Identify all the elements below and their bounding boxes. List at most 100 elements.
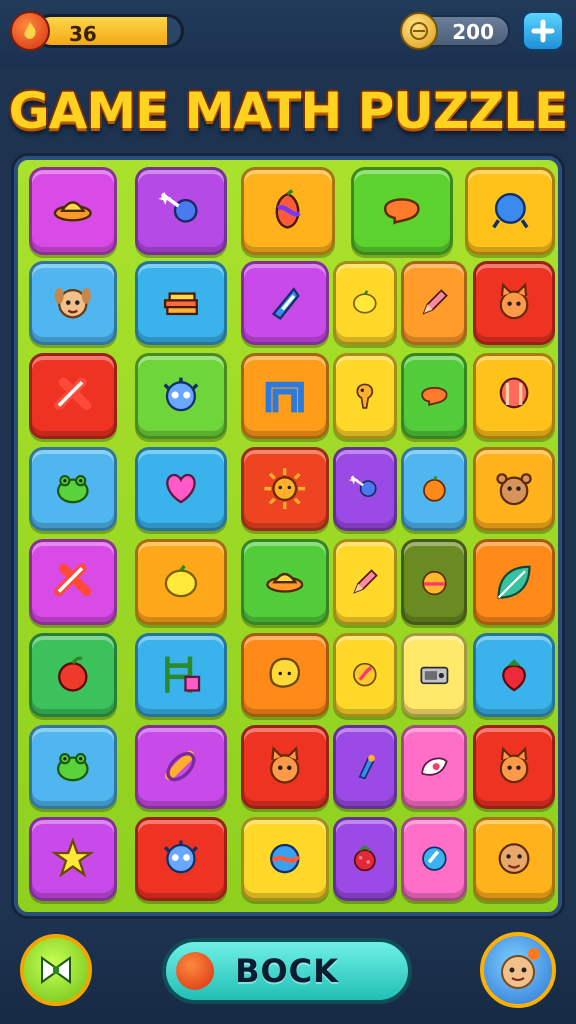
energy-bar: 36 [34,14,184,48]
puzzle-tile[interactable] [401,633,467,717]
ladder-icon [165,656,201,694]
sun-icon [264,468,306,510]
puzzle-tile[interactable] [473,725,555,809]
puzzle-tile[interactable] [135,353,227,439]
lemon-icon [353,290,377,314]
puzzle-tile[interactable] [401,539,467,625]
puzzle-tile[interactable] [401,817,467,901]
puzzle-tile[interactable] [135,725,227,809]
puzzle-tile[interactable] [135,817,227,901]
bow-icon [41,956,71,984]
lemon-icon [164,564,198,598]
puzzle-tile[interactable] [465,167,555,255]
puzzle-tile[interactable] [473,353,555,439]
game-title: GAME MATH PUZZLE [8,82,569,140]
flame-icon [10,11,50,51]
puzzle-tile[interactable] [473,261,555,345]
plus-icon [531,19,555,43]
puzzle-tile[interactable] [29,539,117,625]
puzzle-tile[interactable] [29,447,117,531]
coin-icon [353,663,377,687]
puzzle-tile[interactable] [241,725,329,809]
puzzle-tile[interactable] [241,633,329,717]
coin-value: 200 [452,20,494,44]
puzzle-tile[interactable] [473,539,555,625]
pencil-icon [421,289,448,315]
shell-icon [420,757,448,777]
radio-icon [420,667,448,685]
puzzle-tile[interactable] [401,447,467,531]
books-icon [164,292,198,316]
back-button[interactable]: BOCK [162,938,412,1004]
puzzle-tile[interactable] [241,817,329,901]
puzzle-tile[interactable] [29,817,117,901]
ufo-icon [53,201,93,222]
puzzle-tile[interactable] [135,261,227,345]
puzzle-tile[interactable] [29,353,117,439]
puzzle-tile[interactable] [241,353,329,439]
bear-icon [496,473,532,506]
comet-icon [158,191,198,223]
puzzle-tile[interactable] [135,633,227,717]
bubble-icon [384,198,420,225]
comet-icon [349,475,377,498]
puzzle-tile[interactable] [401,725,467,809]
puzzle-tile[interactable] [473,447,555,531]
puzzle-tile[interactable] [29,167,117,255]
peach-icon [421,570,447,596]
puzzle-tile[interactable] [241,447,329,531]
star-icon [51,837,95,878]
puzzle-tile[interactable] [135,447,227,531]
bottle-icon [358,755,376,780]
berry-icon [354,845,376,872]
strawberry-icon [502,659,526,692]
puzzle-tile[interactable] [401,261,467,345]
face-icon [498,843,530,875]
puzzle-tile[interactable] [29,725,117,809]
profile-button[interactable] [480,932,556,1008]
puzzle-tile[interactable] [29,633,117,717]
bone-icon [165,751,196,782]
puzzle-tile[interactable] [241,167,335,255]
puzzle-tile[interactable] [473,817,555,901]
ball-icon [491,193,529,229]
heart-icon [166,474,196,504]
puzzle-tile[interactable] [333,539,397,625]
puzzle-tile[interactable] [333,447,397,531]
puzzle-tile[interactable] [241,261,329,345]
monster-icon [163,377,199,412]
puzzle-tile[interactable] [135,167,227,255]
puzzle-tile[interactable] [29,261,117,345]
flame-icon [176,952,214,990]
puzzle-tile[interactable] [401,353,467,439]
cat-icon [270,746,300,784]
candy-icon [272,287,300,321]
arch-icon [265,381,305,413]
puzzle-tile[interactable] [333,817,397,901]
cat-icon [499,746,529,784]
gem-icon [421,846,447,872]
orange-icon [422,476,446,503]
monster-icon [163,840,199,874]
puzzle-tile[interactable] [333,725,397,809]
cross-icon [54,563,92,596]
puzzle-tile[interactable] [241,539,329,625]
puzzle-tile[interactable] [351,167,453,255]
frog-icon [57,753,89,782]
puzzle-tile[interactable] [333,353,397,439]
coin-icon [400,12,438,50]
energy-value: 36 [69,22,97,46]
apple-icon [58,656,88,692]
ufo-icon [266,572,304,593]
add-coins-button[interactable] [522,11,564,51]
puzzle-tile[interactable] [135,539,227,625]
puzzle-tile[interactable] [333,261,397,345]
bird-icon [356,383,374,409]
puzzle-tile[interactable] [333,633,397,717]
pencil-icon [353,569,378,594]
puzzle-tile[interactable] [473,633,555,717]
cat-icon [499,282,529,320]
puzzle-board [14,156,562,916]
bow-button[interactable] [20,934,92,1006]
blob-icon [269,658,301,688]
